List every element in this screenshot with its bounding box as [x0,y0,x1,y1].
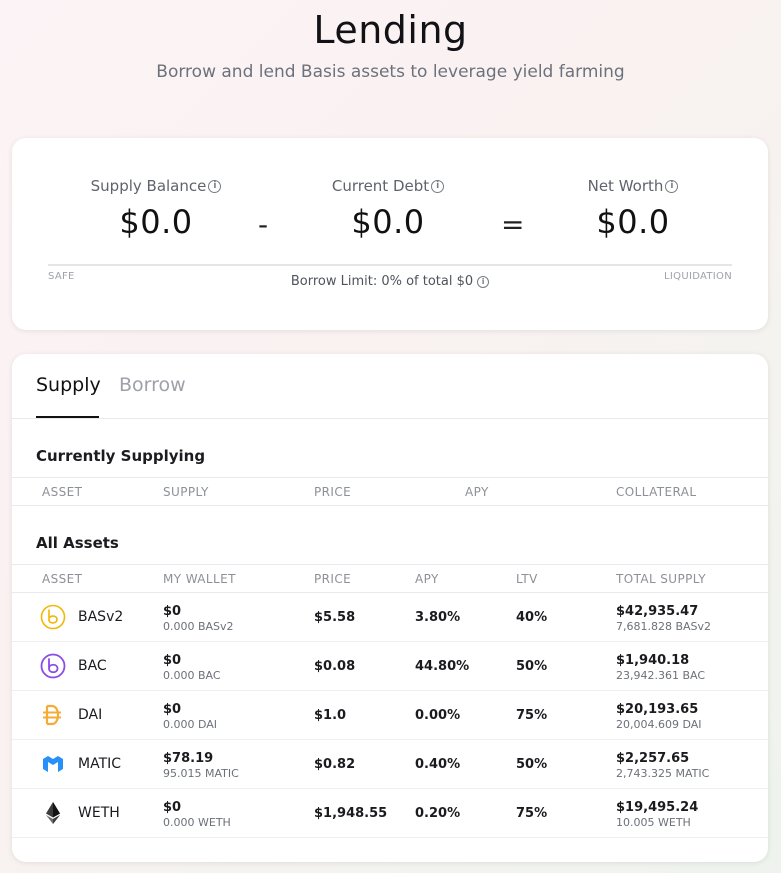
wallet-usd: $0 [163,800,182,815]
page-title: Lending [313,8,468,52]
wallet-usd: $0 [163,653,182,668]
net-worth: Net Worth i $0.0 [533,176,733,241]
price: $0.08 [314,659,356,674]
price: $1.0 [314,708,347,723]
dai-icon [43,704,61,726]
total-supply-amount: 7,681.828 BASv2 [616,620,712,633]
info-icon[interactable]: i [431,179,445,193]
page-subtitle: Borrow and lend Basis assets to leverage… [156,62,625,82]
bac-icon [40,653,66,679]
borrow-limit-bar [48,264,732,266]
apy: 0.40% [415,757,461,772]
wallet-usd: $0 [163,604,182,619]
asset-name: BAC [78,658,107,674]
ltv: 75% [516,708,548,723]
wallet-usd: $78.19 [163,751,214,766]
ltv: 50% [516,757,548,772]
asset-name: BASv2 [78,609,124,625]
equals-operator: = [501,208,525,241]
info-icon[interactable]: i [665,179,679,193]
borrow-limit-text: Borrow Limit: 0% of total $0 [290,274,474,289]
wallet-amount: 0.000 BASv2 [163,620,234,633]
column-header: COLLATERAL [616,485,697,499]
table-row[interactable]: BASv2 $0 0.000 BASv2 $5.58 3.80% 40% $42… [12,593,768,642]
supply-balance: Supply Balance i $0.0 [56,176,256,241]
total-supply-amount: 10.005 WETH [616,816,691,829]
price: $0.82 [314,757,356,772]
column-header: LTV [516,572,538,586]
borrow-limit: Borrow Limit: 0% of total $0 i [12,274,768,289]
asset-name: WETH [78,805,120,821]
apy: 44.80% [415,659,470,674]
column-header: SUPPLY [163,485,209,499]
table-row[interactable]: MATIC $78.19 95.015 MATIC $0.82 0.40% 50… [12,740,768,789]
all-assets-header: ASSET MY WALLET PRICE APY LTV TOTAL SUPP… [12,564,768,593]
ltv: 40% [516,610,548,625]
summary-card: Supply Balance i $0.0 - Current Debt i $… [12,138,768,330]
minus-operator: - [258,208,269,241]
wallet-amount: 0.000 BAC [163,669,221,682]
wallet-amount: 95.015 MATIC [163,767,239,780]
table-row[interactable]: DAI $0 0.000 DAI $1.0 0.00% 75% $20,193.… [12,691,768,740]
current-debt: Current Debt i $0.0 [288,176,488,241]
total-supply-amount: 20,004.609 DAI [616,718,702,731]
info-icon[interactable]: i [208,179,222,193]
current-debt-value: $0.0 [351,203,425,241]
currently-supplying-header: ASSET SUPPLY PRICE APY COLLATERAL [12,477,768,506]
net-worth-label: Net Worth [587,177,664,195]
tab-borrow[interactable]: Borrow [119,374,186,396]
total-supply-usd: $19,495.24 [616,800,699,815]
all-assets-title: All Assets [36,534,119,552]
column-header: APY [465,485,489,499]
total-supply-usd: $1,940.18 [616,653,690,668]
matic-icon [43,756,63,772]
column-header: ASSET [42,485,83,499]
apy: 3.80% [415,610,461,625]
apy: 0.20% [415,806,461,821]
supply-balance-value: $0.0 [119,203,193,241]
column-header: PRICE [314,485,352,499]
wallet-amount: 0.000 WETH [163,816,231,829]
column-header: APY [415,572,439,586]
column-header: TOTAL SUPPLY [616,572,706,586]
asset-name: DAI [78,707,103,723]
price: $5.58 [314,610,356,625]
column-header: PRICE [314,572,352,586]
total-supply-usd: $42,935.47 [616,604,699,619]
column-header: MY WALLET [163,572,236,586]
total-supply-usd: $20,193.65 [616,702,699,717]
asset-name: MATIC [78,756,122,772]
info-icon[interactable]: i [477,275,490,288]
currently-supplying-title: Currently Supplying [36,447,206,465]
basv2-icon [40,604,66,630]
total-supply-amount: 2,743.325 MATIC [616,767,710,780]
current-debt-label: Current Debt [331,177,430,195]
column-header: ASSET [42,572,83,586]
tab-supply[interactable]: Supply [36,374,101,396]
total-supply-amount: 23,942.361 BAC [616,669,706,682]
table-row[interactable]: WETH $0 0.000 WETH $1,948.55 0.20% 75% $… [12,789,768,838]
active-tab-indicator [36,416,99,418]
tab-bar: Supply Borrow [12,354,768,419]
supply-balance-label: Supply Balance [90,177,207,195]
weth-icon [46,802,60,824]
assets-card: Supply Borrow Currently Supplying ASSET … [12,354,768,862]
ltv: 75% [516,806,548,821]
price: $1,948.55 [314,806,388,821]
total-supply-usd: $2,257.65 [616,751,690,766]
wallet-usd: $0 [163,702,182,717]
net-worth-value: $0.0 [596,203,670,241]
table-row[interactable]: BAC $0 0.000 BAC $0.08 44.80% 50% $1,940… [12,642,768,691]
ltv: 50% [516,659,548,674]
wallet-amount: 0.000 DAI [163,718,218,731]
apy: 0.00% [415,708,461,723]
